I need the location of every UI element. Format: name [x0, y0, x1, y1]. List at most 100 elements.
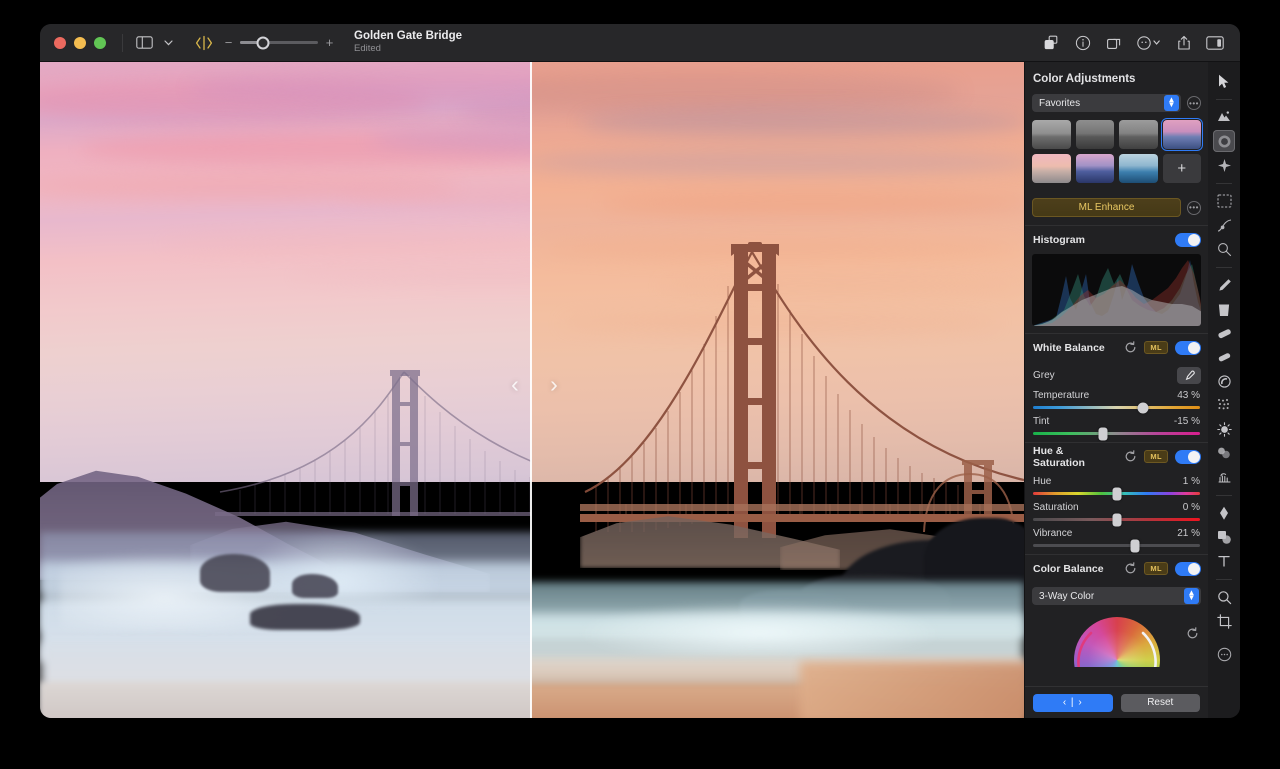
saturation-label: Saturation [1033, 502, 1079, 513]
tint-slider-track[interactable] [1033, 432, 1200, 435]
zoom-slider-group[interactable]: − + [224, 36, 334, 49]
clone-stamp-tool[interactable] [1213, 346, 1235, 368]
tint-slider-knob[interactable] [1099, 427, 1108, 440]
preset-selected-label: Favorites [1039, 98, 1080, 109]
saturation-slider-knob[interactable] [1112, 513, 1121, 526]
preset-thumb-7[interactable] [1119, 154, 1158, 183]
before-after-compare-icon[interactable] [192, 32, 216, 54]
curves-tool[interactable] [1213, 214, 1235, 236]
zoom-slider-track[interactable] [240, 41, 318, 44]
denoise-tool[interactable] [1213, 394, 1235, 416]
repair-tool[interactable] [1213, 370, 1235, 392]
zoom-window-button[interactable] [94, 37, 106, 49]
nav-next-button[interactable]: › [541, 367, 567, 401]
photo-canvas[interactable]: ‹ › [40, 62, 1024, 718]
preset-thumb-5[interactable] [1032, 154, 1071, 183]
white-balance-reset-icon[interactable] [1124, 341, 1137, 354]
color-balance-reset-icon[interactable] [1124, 562, 1137, 575]
vibrance-value: 21 % [1177, 528, 1200, 539]
hue-saturation-toggle[interactable] [1175, 450, 1201, 464]
hue-slider-knob[interactable] [1112, 487, 1121, 500]
preset-thumb-1[interactable] [1032, 120, 1071, 149]
reset-all-button[interactable]: Reset [1121, 694, 1201, 712]
more-tools[interactable] [1213, 643, 1235, 665]
compare-toggle-button[interactable]: ‹ | › [1033, 694, 1113, 712]
color-wheel-area[interactable] [1032, 611, 1201, 667]
hue-label: Hue [1033, 476, 1051, 487]
color-adjustments-tool[interactable] [1213, 130, 1235, 152]
shape-tool[interactable] [1213, 526, 1235, 548]
inspector-scroll-area[interactable]: Color Adjustments Favorites ▲▼ ••• [1025, 62, 1208, 686]
retouch-tool[interactable] [1213, 154, 1235, 176]
ml-enhance-button[interactable]: ML Enhance [1032, 198, 1181, 217]
preset-more-button[interactable]: ••• [1187, 96, 1201, 110]
sidebar-icon[interactable] [132, 32, 156, 54]
tint-value: -15 % [1174, 416, 1200, 427]
saturation-slider-block: Saturation 0 % [1025, 502, 1208, 528]
hue-saturation-reset-icon[interactable] [1124, 450, 1137, 463]
color-wheel-reset-icon[interactable] [1186, 627, 1199, 640]
color-balance-ml-badge[interactable]: ML [1144, 562, 1168, 575]
close-window-button[interactable] [54, 37, 66, 49]
share-icon[interactable] [1172, 32, 1196, 54]
vibrance-slider-knob[interactable] [1130, 539, 1139, 552]
preset-dropdown[interactable]: Favorites ▲▼ [1032, 94, 1181, 112]
preset-thumb-2[interactable] [1076, 120, 1115, 149]
chevron-updown-icon[interactable]: ▲▼ [1184, 588, 1199, 604]
zoom-out-button[interactable]: − [224, 36, 233, 49]
photo-before-half [40, 62, 531, 718]
color-balance-mode-label: 3-Way Color [1039, 591, 1094, 602]
compare-split-handle[interactable] [530, 62, 532, 718]
sharpen-tool[interactable] [1213, 418, 1235, 440]
inspector-panel-icon[interactable] [1203, 32, 1227, 54]
eraser-tool[interactable] [1213, 322, 1235, 344]
vibrance-slider-track[interactable] [1033, 544, 1200, 547]
hue-slider-track[interactable] [1033, 492, 1200, 495]
crop-tool[interactable] [1213, 610, 1235, 632]
zoom-tool[interactable] [1213, 586, 1235, 608]
pen-tool[interactable] [1213, 502, 1235, 524]
saturation-value: 0 % [1183, 502, 1200, 513]
eyedropper-icon[interactable] [1177, 367, 1201, 384]
layers-icon[interactable] [1040, 32, 1064, 54]
mask-icon[interactable] [1133, 32, 1165, 54]
histogram-toggle[interactable] [1175, 233, 1201, 247]
titlebar: − + Golden Gate Bridge Edited [40, 24, 1240, 62]
color-wheel-arcs[interactable] [1057, 611, 1177, 667]
color-balance-mode-row: 3-Way Color ▲▼ [1025, 582, 1208, 611]
temperature-slider-knob[interactable] [1138, 402, 1149, 413]
zoom-slider-knob[interactable] [257, 36, 270, 49]
preset-thumb-3[interactable] [1119, 120, 1158, 149]
grey-label: Grey [1033, 370, 1055, 381]
saturation-slider-track[interactable] [1033, 518, 1200, 521]
minimize-window-button[interactable] [74, 37, 86, 49]
ml-enhance-tool[interactable] [1213, 106, 1235, 128]
grey-picker-row: Grey [1025, 361, 1208, 388]
white-balance-ml-badge[interactable]: ML [1144, 341, 1168, 354]
levels-tool[interactable] [1213, 190, 1235, 212]
selective-color-tool[interactable] [1213, 238, 1235, 260]
zoom-in-button[interactable]: + [325, 36, 334, 49]
color-balance-mode-dropdown[interactable]: 3-Way Color ▲▼ [1032, 587, 1201, 605]
info-icon[interactable] [1071, 32, 1095, 54]
export-crop-icon[interactable] [1102, 32, 1126, 54]
histogram-graph [1032, 254, 1201, 326]
color-balance-toggle[interactable] [1175, 562, 1201, 576]
ml-enhance-more-button[interactable]: ••• [1187, 201, 1201, 215]
preset-thumb-4[interactable] [1163, 120, 1202, 149]
document-status: Edited [354, 44, 462, 55]
brush-tool[interactable] [1213, 274, 1235, 296]
chevron-updown-icon[interactable]: ▲▼ [1164, 95, 1179, 111]
add-preset-button[interactable]: + [1163, 154, 1202, 183]
hue-saturation-ml-badge[interactable]: ML [1144, 450, 1168, 463]
nav-previous-button[interactable]: ‹ [502, 367, 528, 401]
white-balance-toggle[interactable] [1175, 341, 1201, 355]
dodge-burn-tool[interactable] [1213, 466, 1235, 488]
blur-tool[interactable] [1213, 442, 1235, 464]
fill-tool[interactable] [1213, 298, 1235, 320]
pointer-tool[interactable] [1213, 70, 1235, 92]
text-tool[interactable] [1213, 550, 1235, 572]
temperature-slider-track[interactable] [1033, 406, 1200, 409]
chevron-down-icon[interactable] [156, 32, 180, 54]
preset-thumb-6[interactable] [1076, 154, 1115, 183]
